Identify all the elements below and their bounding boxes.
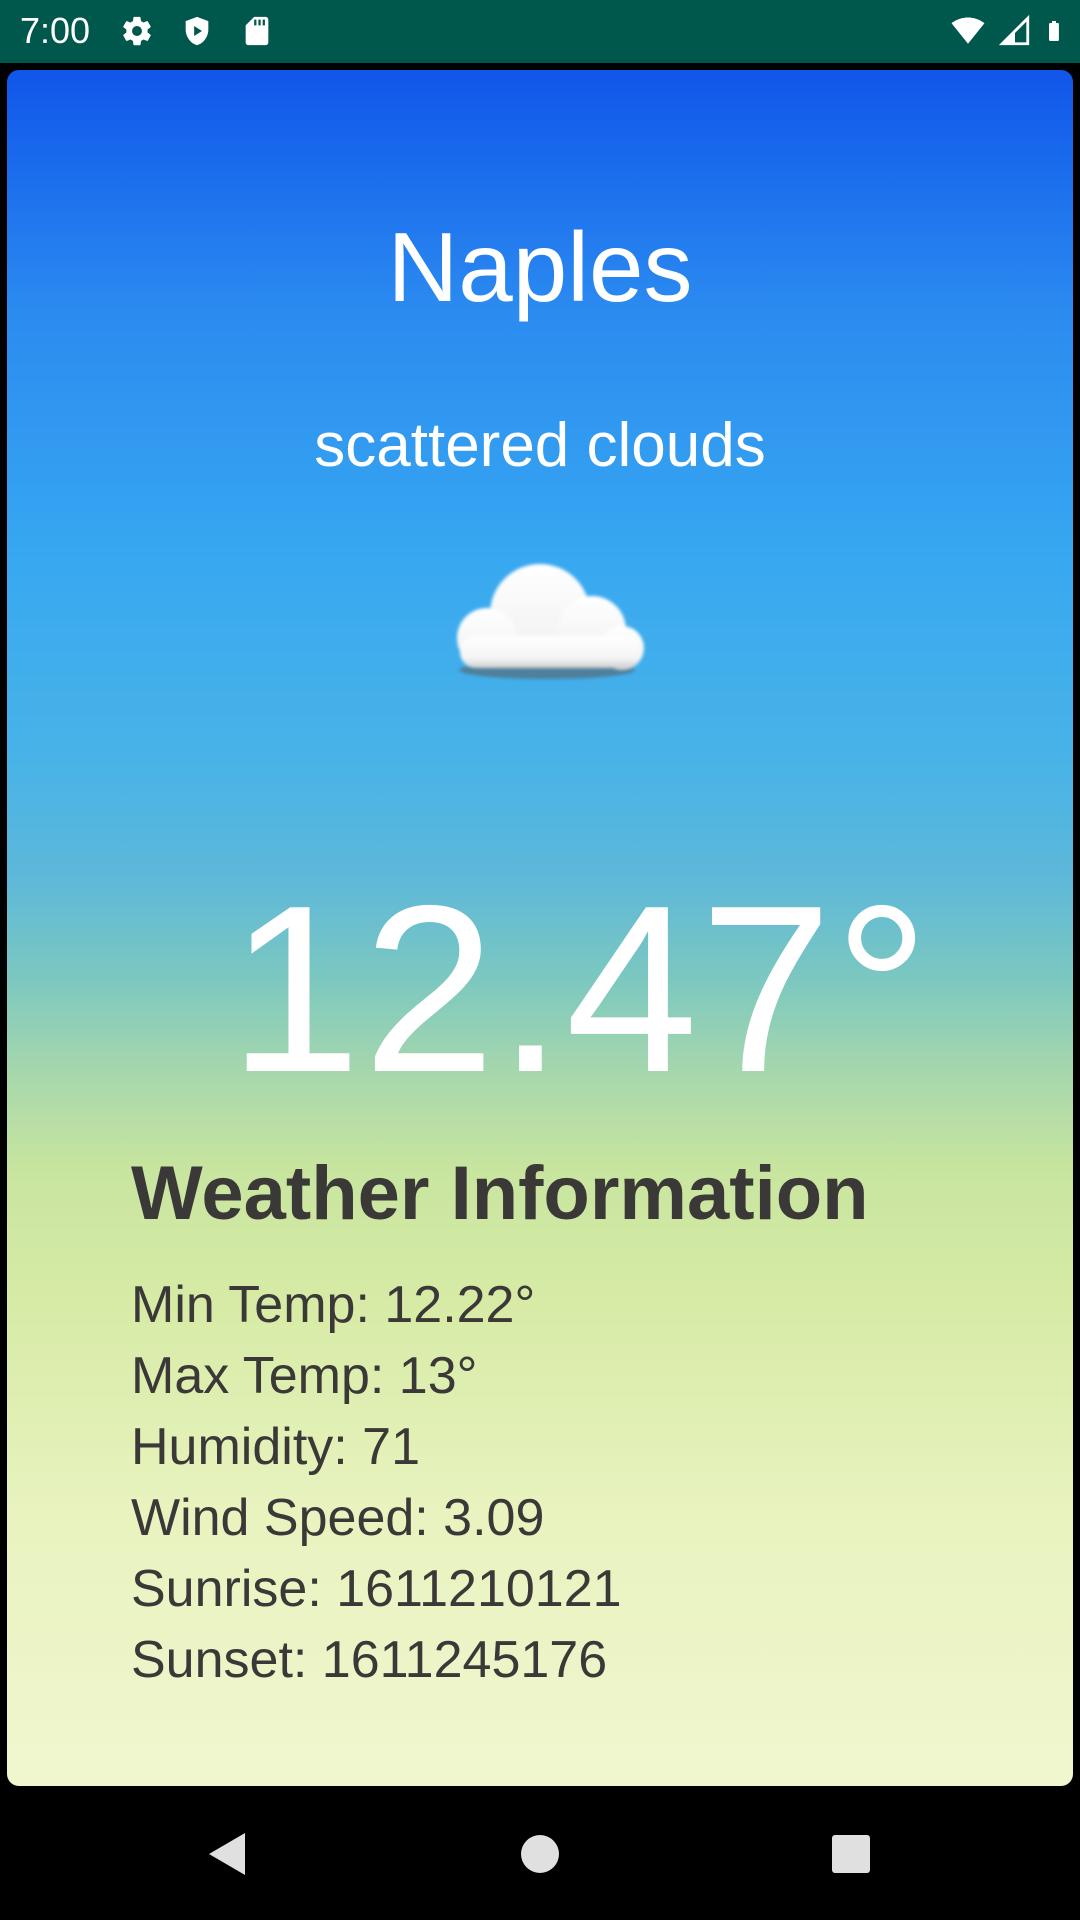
weather-card: Naples scattered clouds 12.47° Weather I… — [7, 70, 1073, 1786]
weather-information-heading: Weather Information — [131, 1151, 869, 1236]
cloud-icon — [432, 552, 657, 692]
humidity-label: Humidity: 71 — [131, 1418, 420, 1476]
min-temp-label: Min Temp: 12.22° — [131, 1276, 536, 1334]
status-bar: 7:00 — [0, 0, 1080, 63]
weather-info-list: Min Temp: 12.22° Max Temp: 13° Humidity:… — [131, 1270, 622, 1696]
status-system-icons — [948, 13, 1066, 49]
back-button[interactable] — [190, 1819, 260, 1889]
recents-button[interactable] — [816, 1819, 886, 1889]
current-temperature: 12.47° — [228, 857, 932, 1122]
home-button[interactable] — [505, 1819, 575, 1889]
sd-card-icon — [240, 14, 274, 48]
sunset-label: Sunset: 1611245176 — [131, 1631, 608, 1689]
navigation-bar — [0, 1787, 1080, 1920]
sunrise-label: Sunrise: 1611210121 — [131, 1560, 622, 1618]
shield-play-icon — [180, 14, 214, 48]
city-name: Naples — [387, 212, 693, 322]
recents-icon — [832, 1835, 870, 1873]
status-notification-icons — [120, 13, 274, 49]
back-icon — [209, 1833, 245, 1875]
battery-icon — [1042, 13, 1066, 49]
home-icon — [521, 1835, 559, 1873]
status-time: 7:00 — [20, 10, 91, 51]
max-temp-label: Max Temp: 13° — [131, 1347, 478, 1405]
weather-description: scattered clouds — [314, 411, 766, 480]
cellular-signal-icon — [998, 14, 1032, 48]
gear-icon — [120, 14, 154, 48]
wind-speed-label: Wind Speed: 3.09 — [131, 1489, 545, 1547]
wifi-icon — [948, 14, 988, 48]
